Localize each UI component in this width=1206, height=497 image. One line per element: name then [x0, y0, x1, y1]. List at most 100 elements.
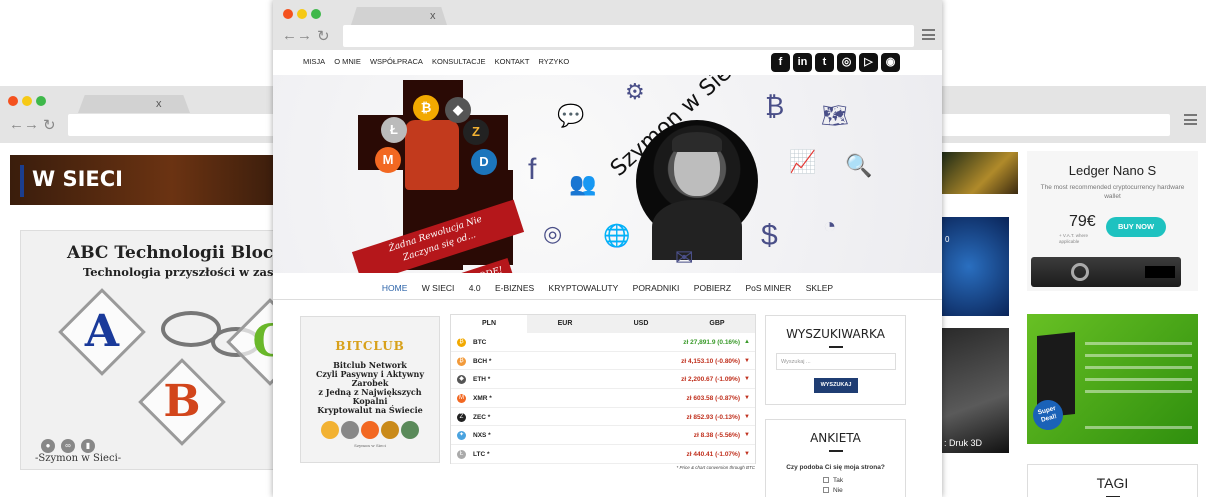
nav-item[interactable]: E-BIZNES: [495, 283, 534, 293]
ticker-row[interactable]: ◆ ETH * zł 2,200.67 (-1.09%) ▼: [451, 370, 755, 390]
gears-icon: ⚙: [625, 79, 645, 104]
instagram-icon: ◎: [543, 221, 563, 246]
widget-title: TAGI: [1096, 475, 1129, 491]
ticker-row[interactable]: ₿ BTC zł 27,891.9 (0.16%) ▲: [451, 333, 755, 352]
address-bar[interactable]: [68, 114, 280, 136]
cube-b-graphic: B: [138, 358, 226, 446]
menu-icon[interactable]: [1184, 114, 1197, 125]
maximize-dot[interactable]: [311, 9, 321, 19]
address-bar[interactable]: [932, 114, 1170, 136]
cube-a-graphic: A: [58, 288, 146, 376]
nav-item[interactable]: PoS MINER: [745, 283, 791, 293]
forward-icon[interactable]: →: [297, 27, 312, 44]
monero-coin-icon: M: [375, 147, 401, 173]
main-browser-window: x ← → ↻ MISJA O MNIE WSPÓŁPRACA KONSULTA…: [273, 0, 942, 497]
coin-price: zł 4,153.10 (-0.80%): [681, 357, 740, 365]
back-icon[interactable]: ←: [282, 27, 297, 44]
coin-icon: M: [457, 394, 466, 404]
reload-icon[interactable]: ↻: [43, 116, 56, 134]
top-menu-item[interactable]: RYZYKO: [539, 57, 570, 66]
ad-title: Ledger Nano S: [1068, 163, 1157, 178]
arrow-down-icon: ▼: [744, 357, 750, 364]
browser-tab[interactable]: x: [78, 95, 190, 113]
ticker-row[interactable]: ✦ NXS * zł 8.38 (-5.56%) ▼: [451, 426, 755, 446]
slideshare-icon[interactable]: ▷: [859, 53, 878, 72]
tab-eur[interactable]: EUR: [527, 315, 603, 333]
forward-icon[interactable]: →: [24, 116, 39, 133]
ad-price: 79€: [1069, 213, 1096, 230]
ticker-row[interactable]: ₿ BCH * zł 4,153.10 (-0.80%) ▼: [451, 352, 755, 371]
tab-gbp[interactable]: GBP: [679, 315, 755, 333]
menu-icon[interactable]: [922, 29, 935, 40]
thumbnail-label: 0: [945, 235, 950, 244]
close-dot[interactable]: [8, 96, 18, 106]
nav-item[interactable]: PORADNIKI: [633, 283, 680, 293]
steemit-icon[interactable]: ◉: [881, 53, 900, 72]
tags-widget: TAGI: [1027, 464, 1198, 497]
search-icon: 🔍: [845, 153, 873, 178]
close-dot[interactable]: [283, 9, 293, 19]
nav-item[interactable]: SKLEP: [806, 283, 833, 293]
tab-usd[interactable]: USD: [603, 315, 679, 333]
link-icon: ∞: [61, 439, 75, 453]
search-button[interactable]: WYSZUKAJ: [814, 378, 858, 393]
ad-text-line: Czyli Pasywny i Aktywny Zarobek: [316, 369, 424, 388]
coin-price: zł 440.41 (-1.07%): [686, 451, 740, 459]
author-portrait: [636, 120, 758, 260]
growth-chart-icon: 📈: [789, 149, 817, 174]
blockchain-thumbnail[interactable]: 0: [942, 217, 1009, 316]
search-input[interactable]: Wyszukaj ...: [776, 353, 896, 370]
top-menu-item[interactable]: MISJA: [303, 57, 325, 66]
tab-pln[interactable]: PLN: [451, 315, 527, 333]
nav-item-home[interactable]: HOME: [382, 283, 408, 293]
linkedin-icon[interactable]: in: [793, 53, 812, 72]
pos-miner-ad[interactable]: Super Deal!: [1027, 314, 1198, 444]
address-bar[interactable]: [343, 25, 914, 47]
chart-icon: ▮: [81, 439, 95, 453]
coin-icon: Ł: [457, 450, 466, 460]
instagram-icon[interactable]: ◎: [837, 53, 856, 72]
top-menu-item[interactable]: KONTAKT: [495, 57, 530, 66]
back-icon[interactable]: ←: [9, 116, 24, 133]
coin-row: [301, 421, 439, 443]
bitclub-ad[interactable]: BITCLUB Bitclub Network Czyli Pasywny i …: [300, 316, 440, 463]
minimize-dot[interactable]: [22, 96, 32, 106]
poll-option[interactable]: Tak: [823, 477, 905, 484]
banner-title: W SIECI: [32, 167, 123, 191]
ticker-row[interactable]: M XMR * zł 603.58 (-0.87%) ▼: [451, 389, 755, 408]
poll-option[interactable]: Nie: [823, 487, 905, 494]
browser-tab[interactable]: x: [351, 7, 447, 25]
reload-icon[interactable]: ↻: [317, 27, 330, 45]
coin-symbol: BTC: [473, 339, 487, 346]
background-browser-window-right: 0 : Druk 3D Ledger Nano S The most recom…: [932, 86, 1206, 497]
facebook-icon: f: [528, 153, 537, 186]
ledger-nano-ad[interactable]: Ledger Nano S The most recommended crypt…: [1027, 151, 1198, 291]
crypto-ticker-widget: PLN EUR USD GBP ₿ BTC zł 27,891.9 (0.16%) ▲…: [450, 314, 756, 470]
top-menu-item[interactable]: WSPÓŁPRACA: [370, 57, 423, 66]
gold-coins-thumbnail[interactable]: [942, 152, 1018, 194]
twitter-icon[interactable]: t: [815, 53, 834, 72]
minimize-dot[interactable]: [297, 9, 307, 19]
nav-item[interactable]: W SIECI: [422, 283, 455, 293]
3d-print-thumbnail[interactable]: : Druk 3D: [942, 328, 1009, 453]
top-menu-item[interactable]: O MNIE: [334, 57, 361, 66]
top-menu-item[interactable]: KONSULTACJE: [432, 57, 485, 66]
tab-close-icon[interactable]: x: [430, 10, 436, 22]
abc-blockchain-promo[interactable]: ABC Technologii Blockch Technologia przy…: [20, 230, 280, 470]
ticker-row[interactable]: Ł LTC * zł 440.41 (-1.07%) ▼: [451, 445, 755, 464]
arrow-down-icon: ▼: [744, 451, 750, 458]
maximize-dot[interactable]: [36, 96, 46, 106]
ticker-row[interactable]: Z ZEC * zł 852.93 (-0.13%) ▼: [451, 408, 755, 427]
checkbox[interactable]: [823, 477, 829, 483]
nav-item[interactable]: POBIERZ: [694, 283, 731, 293]
coin-price: zł 2,200.67 (-1.09%): [681, 376, 740, 384]
nav-item[interactable]: 4.0: [469, 283, 481, 293]
checkbox[interactable]: [823, 487, 829, 493]
facebook-icon[interactable]: f: [771, 53, 790, 72]
nav-item[interactable]: KRYPTOWALUTY: [549, 283, 619, 293]
buy-now-button[interactable]: BUY NOW: [1106, 217, 1166, 237]
coin-symbol: ZEC *: [473, 413, 491, 421]
ad-subtitle: The most recommended cryptocurrency hard…: [1040, 184, 1185, 201]
ethereum-coin-icon: ◆: [445, 97, 471, 123]
tab-close-icon[interactable]: x: [156, 98, 162, 110]
